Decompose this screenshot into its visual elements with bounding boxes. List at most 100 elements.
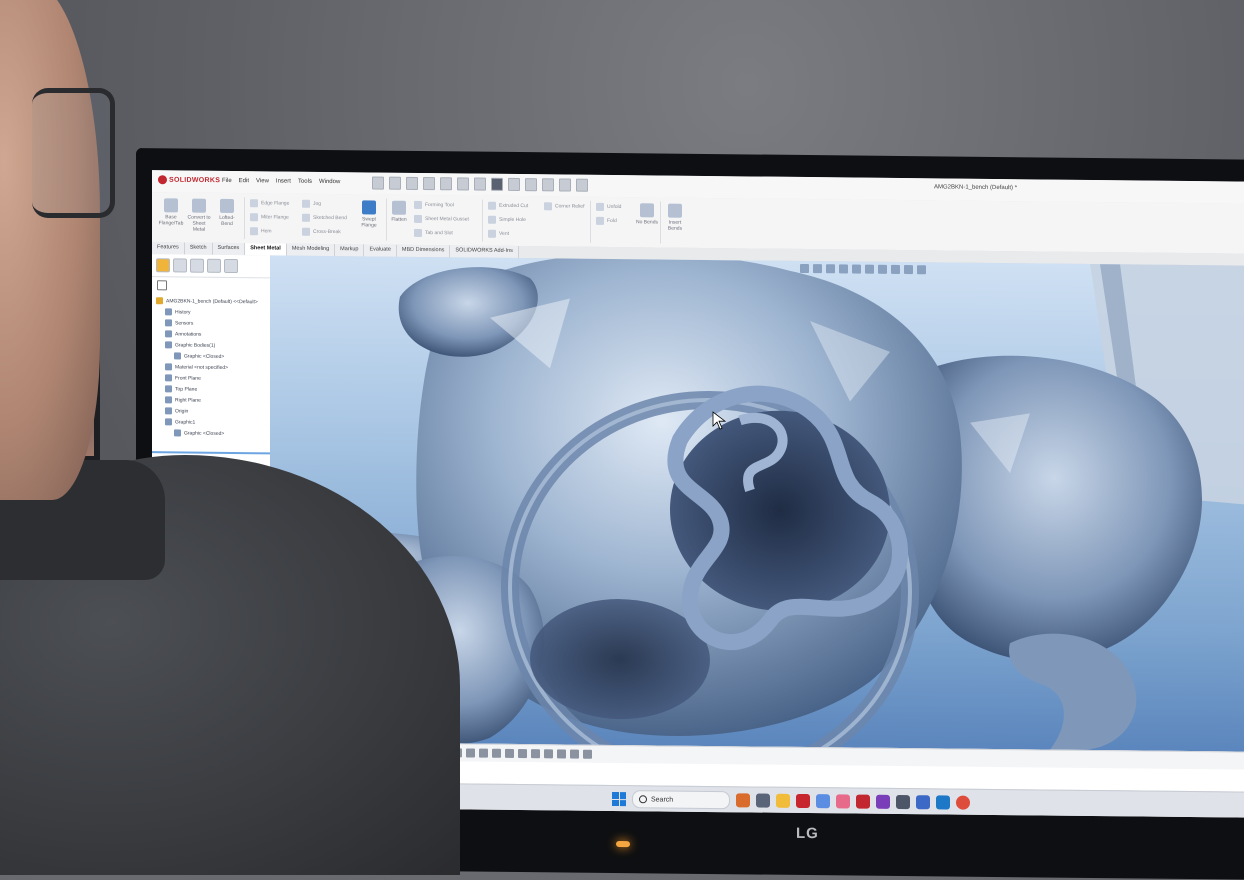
repair-sketch-icon[interactable] xyxy=(557,749,566,759)
home-icon[interactable] xyxy=(372,176,384,190)
fold-button[interactable]: Fold xyxy=(596,216,617,225)
display-style-icon[interactable] xyxy=(865,264,874,274)
miter-flange-label: Miter Flange xyxy=(261,214,289,221)
zoom-to-fit-icon[interactable] xyxy=(800,263,809,274)
menu-file[interactable]: File xyxy=(222,178,232,184)
section-view-icon[interactable] xyxy=(839,264,848,274)
text-icon[interactable] xyxy=(492,748,501,758)
rebuild-icon[interactable] xyxy=(508,177,520,192)
jog-button[interactable]: Jog xyxy=(302,199,321,208)
sketched-bend-button[interactable]: Sketched Bend xyxy=(302,213,347,222)
tab-sketch[interactable]: Sketch xyxy=(184,242,213,255)
widgets-icon[interactable] xyxy=(736,793,750,808)
pattern-icon[interactable] xyxy=(505,748,514,758)
tab-evaluate[interactable]: Evaluate xyxy=(364,244,397,257)
simple-hole-button[interactable]: Simple Hole xyxy=(488,215,526,224)
copilot-icon[interactable] xyxy=(816,794,830,809)
miter-flange-button[interactable]: Miter Flange xyxy=(250,213,289,222)
menu-insert[interactable]: Insert xyxy=(276,178,291,184)
display-relations-icon[interactable] xyxy=(544,749,553,759)
edge-flange-button[interactable]: Edge Flange xyxy=(250,199,289,208)
brand-label: SOLIDWORKS xyxy=(169,176,221,185)
hide-show-items-icon[interactable] xyxy=(878,264,887,274)
ribbon-separator xyxy=(386,198,387,241)
options-icon[interactable] xyxy=(542,178,554,192)
menu-edit[interactable]: Edit xyxy=(239,178,249,184)
file-explorer-icon[interactable] xyxy=(776,793,790,808)
photos-icon[interactable] xyxy=(836,794,850,809)
vent-button[interactable]: Vent xyxy=(488,229,509,238)
insert-bends-button[interactable]: Insert Bends xyxy=(664,203,686,232)
extruded-cut-button[interactable]: Extruded Cut xyxy=(488,201,528,210)
graphic-body-icon xyxy=(174,352,181,360)
hem-button[interactable]: Hem xyxy=(250,227,272,236)
filter-icon[interactable] xyxy=(157,280,167,291)
onenote-icon[interactable] xyxy=(876,794,890,809)
menu-tools[interactable]: Tools xyxy=(298,179,312,185)
dimxpert-tab-icon[interactable] xyxy=(207,258,221,273)
menu-window[interactable]: Window xyxy=(319,179,340,185)
tab-sheet-metal[interactable]: Sheet Metal xyxy=(245,243,287,256)
move-entities-icon[interactable] xyxy=(531,749,540,759)
tab-mbd-dimensions[interactable]: MBD Dimensions xyxy=(396,244,451,258)
view-settings-icon[interactable] xyxy=(917,265,926,275)
redo-icon[interactable] xyxy=(474,177,486,191)
centerline-icon[interactable] xyxy=(479,748,488,758)
undo-icon[interactable] xyxy=(457,177,469,191)
swept-flange-button[interactable]: Swept Flange xyxy=(356,200,382,229)
graphic-body-icon xyxy=(174,429,181,437)
hem-label: Hem xyxy=(261,228,272,235)
feature-tree-tab-icon[interactable] xyxy=(156,258,170,273)
view-orientation-icon[interactable] xyxy=(852,264,861,274)
tab-features[interactable]: Features xyxy=(152,242,185,255)
chrome-icon[interactable] xyxy=(956,795,970,810)
rapid-sketch-icon[interactable] xyxy=(583,749,592,759)
play-macro-icon[interactable] xyxy=(559,178,571,192)
convert-sheet-metal-button[interactable]: Convert to Sheet Metal xyxy=(186,198,212,233)
windows-start-icon[interactable] xyxy=(612,791,626,807)
property-manager-tab-icon[interactable] xyxy=(173,258,187,273)
record-macro-icon[interactable] xyxy=(576,178,588,192)
edit-appearance-icon[interactable] xyxy=(891,264,900,275)
new-document-icon[interactable] xyxy=(389,176,401,190)
print-icon[interactable] xyxy=(440,177,452,191)
outlook-icon[interactable] xyxy=(936,795,950,810)
cross-break-button[interactable]: Cross-Break xyxy=(302,227,341,236)
teams-icon[interactable] xyxy=(916,795,930,810)
point-icon[interactable] xyxy=(466,748,475,758)
previous-view-icon[interactable] xyxy=(826,264,835,274)
select-icon[interactable] xyxy=(491,177,503,191)
convert-entities-icon[interactable] xyxy=(518,749,527,759)
tab-addins[interactable]: SOLIDWORKS Add-Ins xyxy=(450,245,519,259)
gusset-button[interactable]: Sheet Metal Gusset xyxy=(414,214,469,224)
unfold-button[interactable]: Unfold xyxy=(596,202,621,211)
menu-view[interactable]: View xyxy=(256,178,269,184)
apply-scene-icon[interactable] xyxy=(904,265,913,275)
l-app-icon[interactable] xyxy=(796,793,810,809)
lofted-bend-button[interactable]: Lofted-Bend xyxy=(214,198,240,227)
solidworks-icon[interactable] xyxy=(856,794,870,809)
taskbar-search-box[interactable]: Search xyxy=(632,790,730,810)
save-icon[interactable] xyxy=(423,177,435,191)
corner-relief-button[interactable]: Corner Relief xyxy=(544,202,584,211)
task-view-icon[interactable] xyxy=(756,793,770,808)
quick-snaps-icon[interactable] xyxy=(570,749,579,759)
tab-markup[interactable]: Markup xyxy=(335,244,365,257)
file-properties-icon[interactable] xyxy=(525,178,537,192)
display-manager-tab-icon[interactable] xyxy=(224,258,238,274)
base-flange-button[interactable]: Base Flange/Tab xyxy=(158,198,184,226)
configuration-manager-tab-icon[interactable] xyxy=(190,258,204,273)
pane-divider[interactable] xyxy=(152,451,270,455)
flatten-button[interactable]: Flatten xyxy=(388,200,410,223)
tab-surfaces[interactable]: Surfaces xyxy=(212,242,246,256)
open-icon[interactable] xyxy=(406,176,418,190)
base-flange-icon xyxy=(164,198,178,213)
snipping-tool-icon[interactable] xyxy=(896,794,910,810)
tab-mesh-modeling[interactable]: Mesh Modeling xyxy=(286,243,336,257)
forming-tool-button[interactable]: Forming Tool xyxy=(414,200,454,209)
zoom-to-area-icon[interactable] xyxy=(813,264,822,274)
no-bends-button[interactable]: No Bends xyxy=(636,203,658,225)
tab-slot-button[interactable]: Tab and Slot xyxy=(414,228,453,237)
tree-item-graphic-closed-2[interactable]: Graphic <Closed> xyxy=(156,427,266,439)
tree-item-label: Right Plane xyxy=(175,396,201,404)
